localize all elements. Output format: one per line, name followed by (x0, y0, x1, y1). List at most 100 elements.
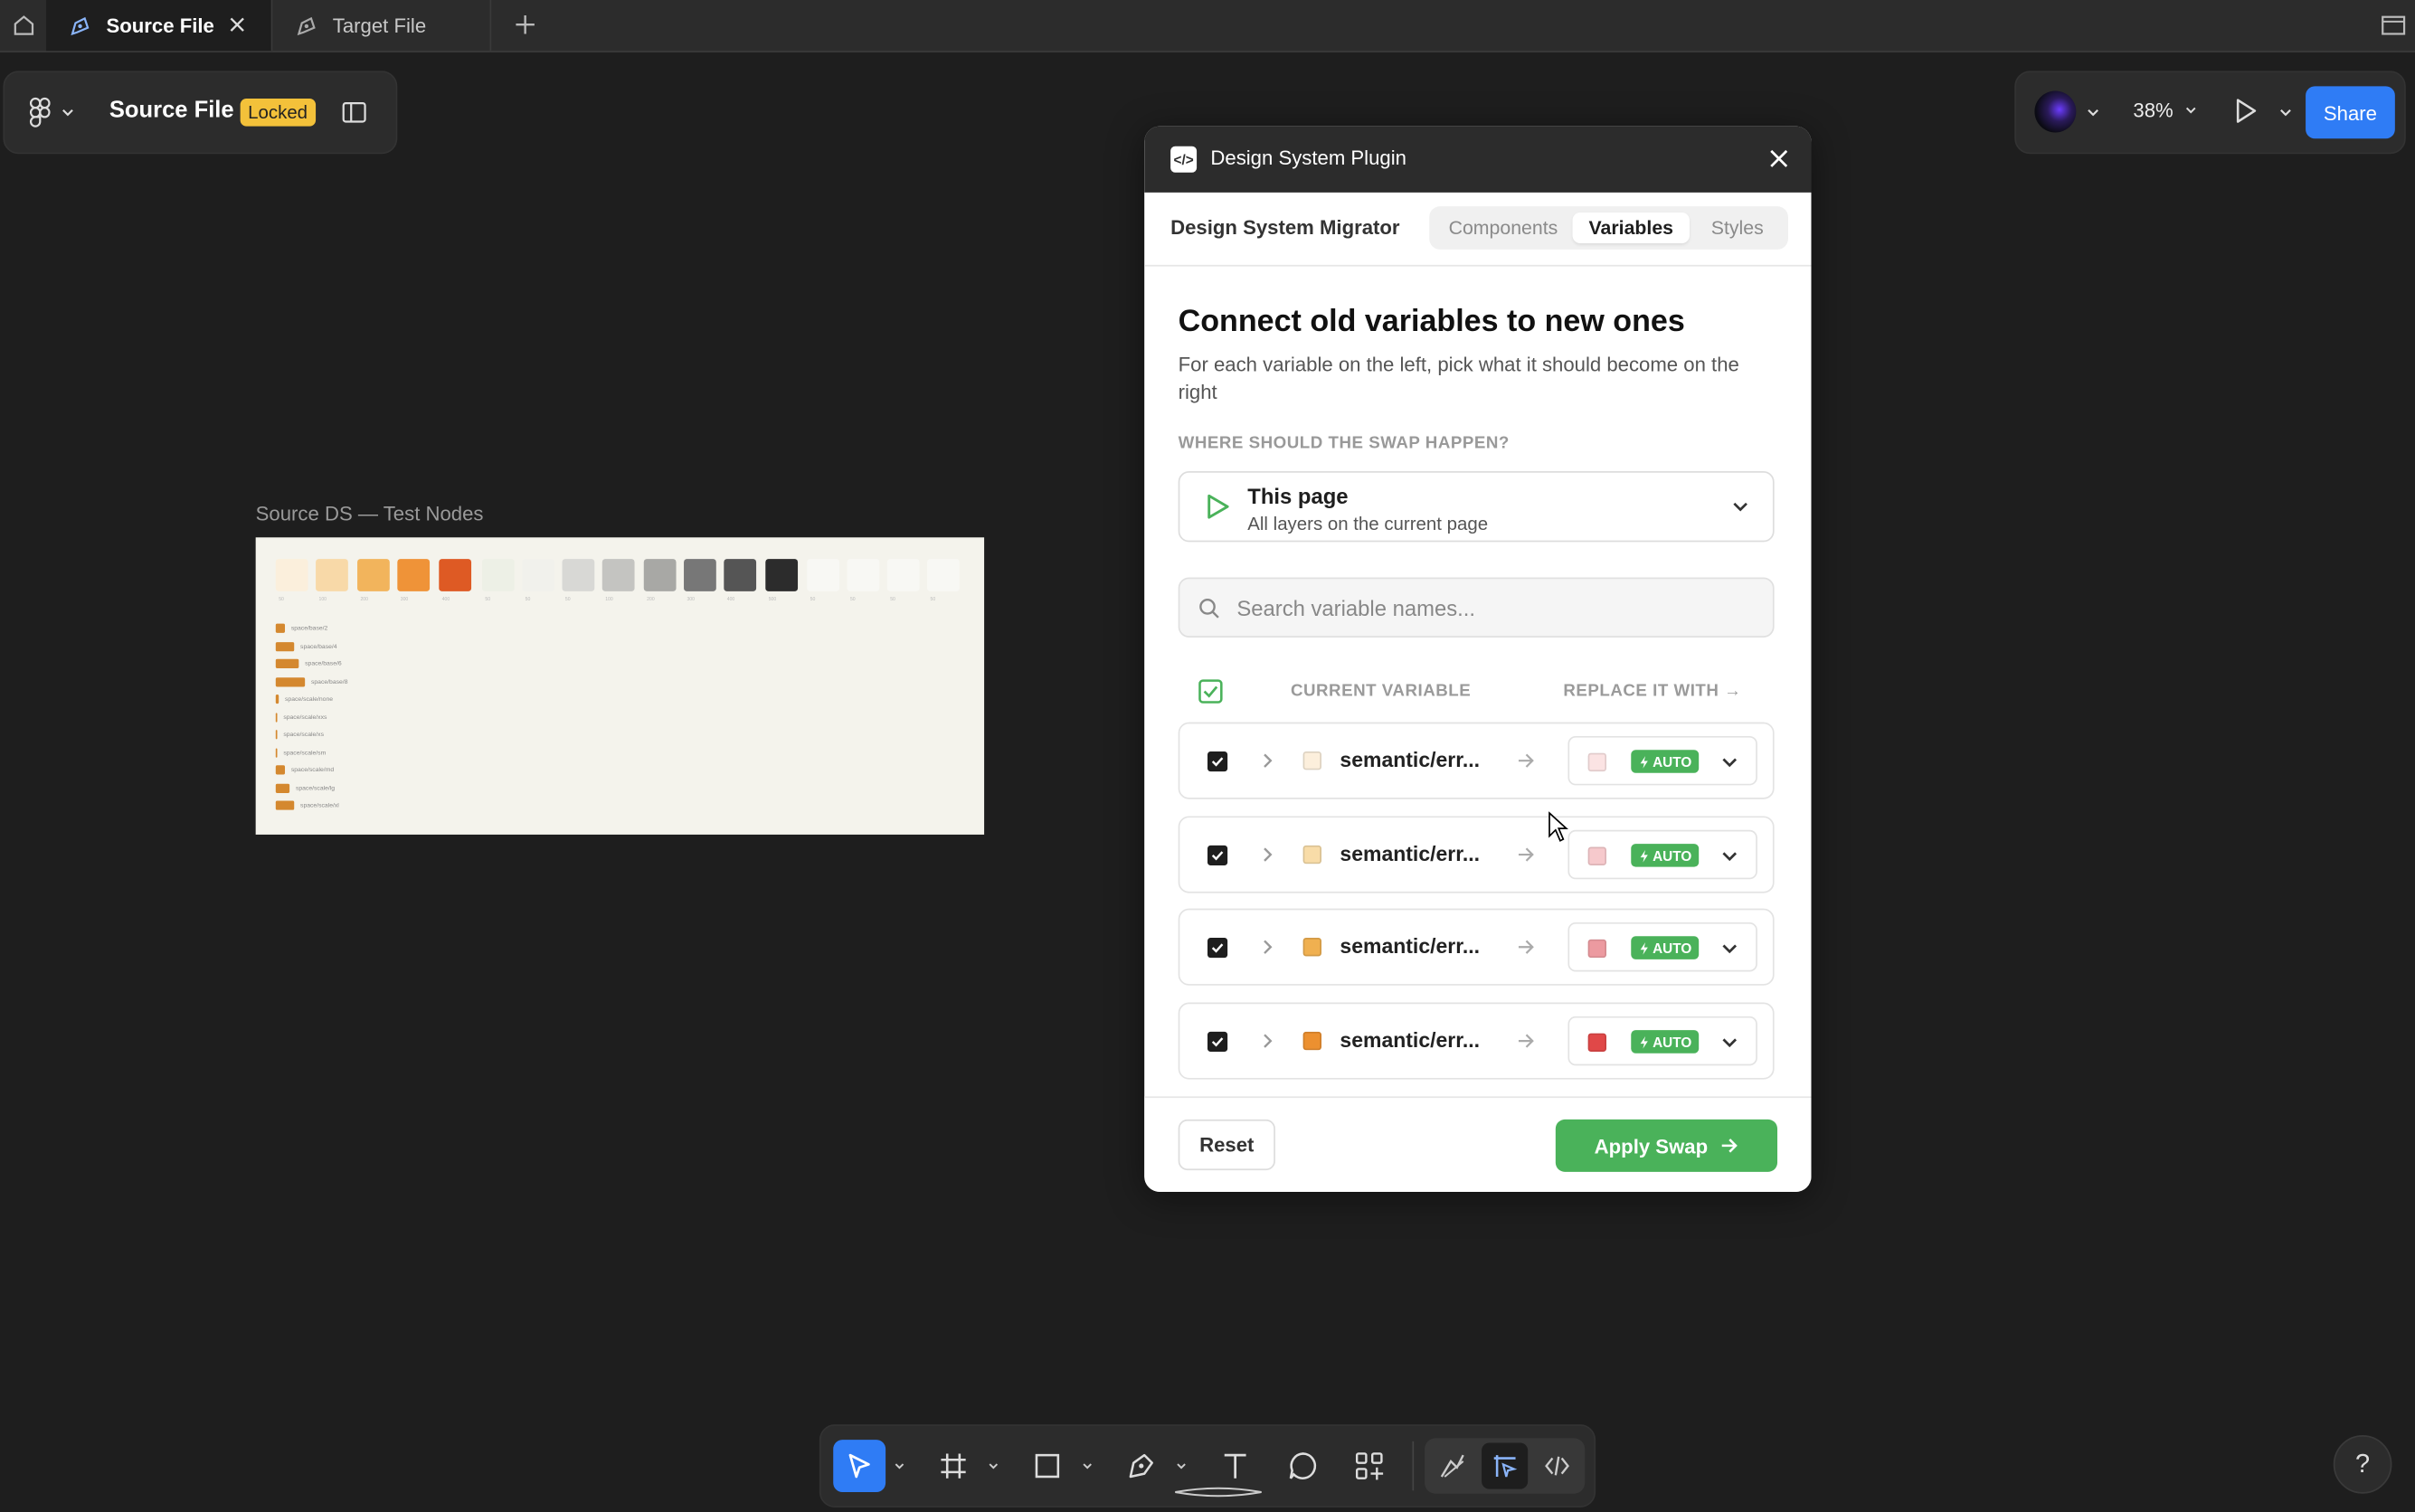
color-swatch[interactable] (847, 559, 880, 591)
color-swatch[interactable] (765, 559, 799, 591)
spacing-bar[interactable] (275, 712, 278, 722)
present-play-icon[interactable] (2230, 96, 2261, 127)
select-all-checkbox[interactable] (1198, 679, 1223, 704)
file-name[interactable]: Source File (109, 97, 234, 123)
color-swatch[interactable] (724, 559, 757, 591)
color-swatch[interactable] (481, 559, 515, 591)
variable-row[interactable]: semantic/err... AUTO (1178, 722, 1775, 799)
reset-button[interactable]: Reset (1178, 1119, 1275, 1171)
scope-title: This page (1247, 483, 1349, 508)
pen-tool[interactable] (1115, 1440, 1168, 1492)
auto-badge: AUTO (1631, 844, 1700, 867)
color-swatch[interactable] (397, 559, 431, 591)
plugin-nav: Design System Migrator Components Variab… (1144, 193, 1812, 267)
spacing-bar[interactable] (275, 623, 286, 633)
replacement-dropdown[interactable]: AUTO (1567, 735, 1757, 786)
spacing-bar[interactable] (275, 765, 286, 775)
chevron-down-icon[interactable] (987, 1460, 999, 1472)
swatch-label: 300 (400, 595, 409, 602)
chevron-down-icon[interactable] (1175, 1460, 1188, 1472)
variable-row[interactable]: semantic/err... AUTO (1178, 1002, 1775, 1080)
color-swatch[interactable] (316, 559, 348, 591)
row-checkbox[interactable] (1207, 1031, 1228, 1053)
row-checkbox[interactable] (1207, 845, 1228, 865)
move-tool[interactable] (833, 1440, 886, 1493)
chevron-right-icon[interactable] (1256, 750, 1278, 771)
main-menu-button[interactable] (29, 96, 81, 129)
swatch-label: 400 (726, 595, 735, 602)
replacement-dropdown[interactable]: AUTO (1567, 829, 1757, 880)
spacing-bar[interactable] (275, 676, 306, 686)
chevron-right-icon[interactable] (1256, 844, 1278, 865)
color-swatch[interactable] (684, 559, 716, 591)
variable-row[interactable]: semantic/err... AUTO (1178, 908, 1775, 986)
draw-mode-button[interactable] (1429, 1443, 1475, 1489)
color-swatch[interactable] (643, 559, 677, 591)
tab-components[interactable]: Components (1438, 213, 1567, 243)
figma-logo-icon (29, 97, 51, 128)
dev-mode-button[interactable] (1534, 1443, 1580, 1489)
color-swatch[interactable] (275, 559, 308, 591)
replacement-dropdown[interactable]: AUTO (1567, 921, 1757, 972)
apply-swap-button[interactable]: Apply Swap (1555, 1119, 1778, 1172)
actions-tool[interactable] (1343, 1440, 1396, 1492)
folder-icon[interactable] (2375, 6, 2412, 43)
new-tab-icon[interactable] (508, 8, 542, 42)
home-icon[interactable] (0, 0, 46, 51)
spacing-bar[interactable] (275, 747, 278, 757)
avatar[interactable] (2034, 90, 2077, 133)
frame-tool[interactable] (927, 1440, 980, 1492)
spacing-bar[interactable] (275, 694, 279, 704)
color-swatch[interactable] (807, 559, 840, 591)
spacing-bar[interactable] (275, 658, 299, 669)
close-icon[interactable] (1766, 146, 1791, 171)
rectangle-tool[interactable] (1021, 1440, 1074, 1492)
arrow-right-icon (1721, 1139, 1738, 1153)
source-frame[interactable]: 50 100 200 300 400 50 50 50 100 200 300 400 500 50 50 5… (255, 537, 985, 835)
color-swatch[interactable] (357, 559, 390, 591)
close-tab-icon[interactable] (225, 13, 250, 37)
frame-label[interactable]: Source DS — Test Nodes (256, 502, 484, 525)
color-swatch[interactable] (439, 559, 472, 591)
variable-name: semantic/err... (1340, 1028, 1481, 1053)
variable-row[interactable]: semantic/err... AUTO (1178, 816, 1775, 893)
chevron-down-icon[interactable] (894, 1460, 906, 1472)
color-swatch[interactable] (886, 559, 920, 591)
help-button[interactable]: ? (2333, 1435, 2392, 1494)
swatch-label: 50 (485, 595, 491, 602)
swatch-label: 50 (930, 595, 936, 602)
spacing-bar[interactable] (275, 800, 295, 810)
chevron-right-icon[interactable] (1256, 1030, 1278, 1052)
spacing-bar[interactable] (275, 782, 290, 793)
sidebar-toggle-icon[interactable] (340, 99, 368, 127)
tab-variables[interactable]: Variables (1572, 212, 1690, 244)
comment-tool[interactable] (1277, 1440, 1330, 1492)
color-swatch[interactable] (927, 559, 960, 591)
scope-dropdown[interactable]: This page All layers on the current page (1178, 471, 1775, 543)
chevron-down-icon[interactable] (2278, 105, 2293, 120)
new-color-swatch (1587, 939, 1607, 959)
zoom-level[interactable]: 38% (2133, 99, 2197, 122)
tab-styles[interactable]: Styles (1694, 213, 1780, 243)
share-button[interactable]: Share (2306, 86, 2395, 139)
row-checkbox[interactable] (1207, 938, 1228, 959)
design-mode-button[interactable] (1482, 1442, 1529, 1489)
color-swatch[interactable] (601, 559, 635, 591)
color-swatch[interactable] (522, 559, 555, 591)
swatch-label: 50 (849, 595, 856, 602)
spacing-bar[interactable] (275, 730, 278, 740)
swatch-label: 100 (318, 595, 327, 602)
row-checkbox[interactable] (1207, 751, 1228, 772)
chevron-down-icon[interactable] (2086, 105, 2101, 120)
swatch-label: 400 (441, 595, 450, 602)
tab-target-file[interactable]: Target File (272, 0, 492, 52)
tab-source-file[interactable]: Source File (46, 0, 273, 52)
search-input[interactable]: Search variable names... (1178, 577, 1775, 638)
zoom-value: 38% (2133, 98, 2174, 122)
chevron-down-icon[interactable] (1081, 1460, 1094, 1472)
table-header: CURRENT VARIABLE REPLACE IT WITH → (1179, 675, 1775, 708)
chevron-right-icon[interactable] (1256, 936, 1278, 958)
replacement-dropdown[interactable]: AUTO (1567, 1016, 1757, 1066)
color-swatch[interactable] (562, 559, 595, 591)
spacing-bar[interactable] (275, 641, 295, 651)
